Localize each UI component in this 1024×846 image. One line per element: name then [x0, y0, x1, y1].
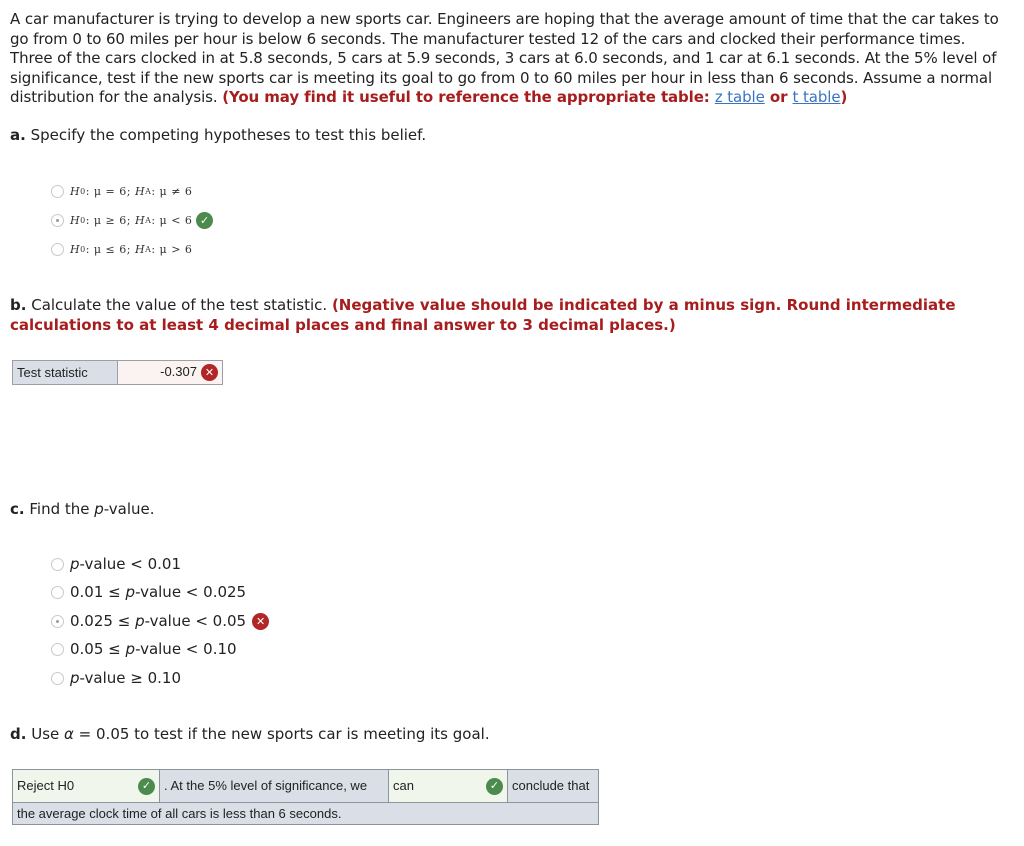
conclusion-text-3: the average clock time of all cars is le…: [12, 802, 599, 825]
p-value-option-2[interactable]: 0.01 ≤ p -value < 0.025: [51, 582, 246, 602]
p-value-option-1[interactable]: p -value < 0.01: [51, 554, 181, 574]
radio-button[interactable]: [51, 671, 64, 685]
radio-button[interactable]: [51, 184, 64, 198]
correct-check-icon: ✓: [196, 211, 214, 229]
decision-dropdown[interactable]: Reject H0 ✓: [12, 769, 160, 803]
hypothesis-option-1[interactable]: H0: μ = 6; HA: μ ≠ 6: [51, 182, 192, 200]
part-b-question: b. Calculate the value of the test stati…: [10, 296, 956, 334]
conclusion-dropdown[interactable]: can ✓: [388, 769, 508, 803]
conclusion-text-1: . At the 5% level of significance, we: [159, 769, 389, 803]
p-value-option-4[interactable]: 0.05 ≤ p -value < 0.10: [51, 639, 237, 659]
correct-check-icon: ✓: [486, 777, 503, 795]
incorrect-x-icon: ✕: [201, 364, 218, 382]
test-statistic-label: Test statistic: [12, 360, 118, 385]
part-a-question: a. Specify the competing hypotheses to t…: [10, 126, 427, 144]
radio-button-selected[interactable]: [51, 614, 64, 628]
p-value-option-3[interactable]: 0.025 ≤ p -value < 0.05 ✕: [51, 611, 270, 631]
t-table-link[interactable]: t table: [793, 88, 841, 106]
conclusion-text-2: conclude that: [507, 769, 599, 803]
z-table-link[interactable]: z table: [715, 88, 765, 106]
part-c-question: c. Find the p-value.: [10, 500, 155, 518]
radio-button[interactable]: [51, 585, 64, 599]
incorrect-x-icon: ✕: [252, 612, 270, 630]
problem-statement: A car manufacturer is trying to develop …: [10, 10, 1010, 108]
table-reference-note: (You may find it useful to reference the…: [222, 88, 848, 106]
test-statistic-input[interactable]: -0.307 ✕: [117, 360, 223, 385]
radio-button-selected[interactable]: [51, 213, 64, 227]
test-statistic-table: Test statistic -0.307 ✕: [12, 360, 223, 385]
radio-button[interactable]: [51, 242, 64, 256]
hypothesis-option-2[interactable]: H0: μ ≥ 6; HA: μ < 6 ✓: [51, 211, 214, 229]
radio-button[interactable]: [51, 557, 64, 571]
correct-check-icon: ✓: [138, 777, 155, 795]
hypothesis-option-3[interactable]: H0: μ ≤ 6; HA: μ > 6: [51, 240, 192, 258]
radio-button[interactable]: [51, 642, 64, 656]
p-value-option-5[interactable]: p -value ≥ 0.10: [51, 668, 181, 688]
part-d-question: d. Use α = 0.05 to test if the new sport…: [10, 725, 490, 743]
conclusion-table: Reject H0 ✓ . At the 5% level of signific…: [12, 769, 599, 825]
